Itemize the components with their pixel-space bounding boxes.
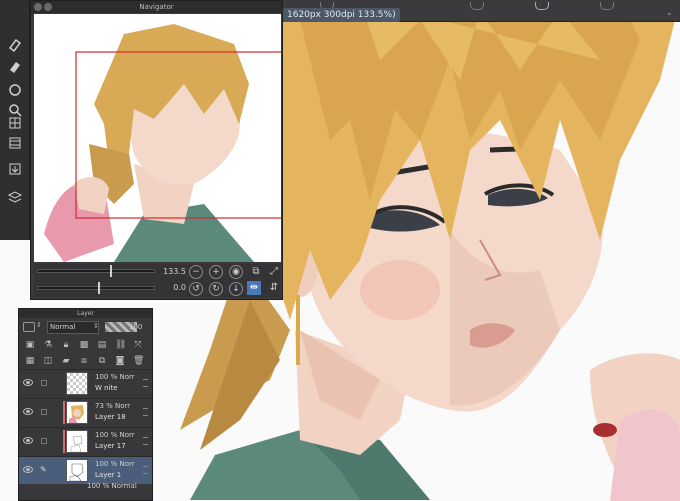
layer-mode: 100 % Norr — [95, 460, 135, 468]
eye-icon[interactable] — [23, 466, 33, 473]
drag-handle-icon[interactable] — [143, 408, 148, 416]
document-tab[interactable]: 1620px 300dpi 133.5%) — [283, 8, 400, 22]
lock-toggle[interactable] — [41, 409, 47, 415]
reference-icon[interactable]: ⚗ — [43, 340, 53, 350]
flip-vertical-icon[interactable]: ⇵ — [267, 281, 281, 295]
combine-icon[interactable]: ⧉ — [97, 356, 107, 366]
eye-icon[interactable] — [23, 408, 33, 415]
layer-row[interactable]: 100 % Norr W nite — [19, 369, 152, 397]
layer-thumbnail — [66, 430, 88, 453]
transfer-down-icon[interactable]: ⧈ — [79, 356, 89, 366]
toolbar-icon[interactable] — [470, 2, 484, 10]
actual-pixels-icon[interactable]: ⧉ — [249, 265, 263, 279]
color-mark — [63, 430, 65, 453]
layer-mode: 100 % Norr — [95, 373, 135, 381]
layer-thumbnail — [66, 401, 88, 424]
rotate-slider[interactable] — [37, 282, 155, 294]
drag-handle-icon[interactable] — [143, 466, 148, 474]
rotate-value: 0.0 — [173, 283, 186, 292]
fit-window-icon[interactable]: ⤢ — [267, 265, 281, 279]
blend-mode-select[interactable]: Normal — [47, 321, 99, 334]
zoom-in-button[interactable]: + — [209, 265, 223, 279]
chevron-updown-icon[interactable]: ⇕ — [93, 322, 99, 330]
layer-mode: 100 % Norr — [95, 431, 135, 439]
transform-icon[interactable]: ⤧ — [133, 340, 143, 350]
partial-layer-mode: 100 % Normal — [87, 482, 137, 490]
flip-horizontal-icon[interactable]: ⇹ — [247, 281, 261, 295]
layer-thumbnail — [66, 459, 88, 482]
navigator-preview[interactable] — [34, 14, 281, 262]
layer-row-selected[interactable]: ✎ 100 % Norr Layer 1 — [19, 456, 152, 484]
layer-options-row: ▣ ⚗ 🔒︎ ▩ ▤ ⛓ ⤧ — [19, 337, 152, 353]
drag-handle-icon[interactable] — [143, 379, 148, 387]
layer-name: Layer 17 — [95, 442, 126, 450]
trash-icon[interactable]: 🗑︎ — [133, 356, 144, 366]
chevron-updown-icon[interactable]: ⇕ — [36, 321, 42, 329]
mask-add-icon[interactable]: ◙ — [115, 356, 125, 366]
navigator-panel: Navigator 133.5 − + ◉ ⧉ ⤢ 0.0 ↺ ↻ ↓ ⇹ ⇵ — [30, 0, 283, 300]
drag-handle-icon[interactable] — [143, 437, 148, 445]
blend-row: ⇕ Normal ⇕ 100 — [19, 319, 152, 337]
navigator-controls: 133.5 − + ◉ ⧉ ⤢ 0.0 ↺ ↻ ↓ ⇹ ⇵ — [34, 264, 281, 298]
new-folder-icon[interactable]: ▰ — [61, 356, 71, 366]
color-mark — [63, 401, 65, 424]
rotate-right-button[interactable]: ↻ — [209, 282, 223, 296]
reset-rotation-button[interactable]: ↓ — [229, 282, 243, 296]
eraser-icon[interactable] — [7, 37, 23, 53]
zoom-out-button[interactable]: − — [189, 265, 203, 279]
link-icon[interactable]: ⛓ — [115, 340, 126, 350]
preview-thumbnail — [44, 24, 281, 262]
fill-icon[interactable] — [7, 82, 23, 98]
lock-toggle[interactable] — [41, 380, 47, 386]
lock-transparent-icon[interactable]: ▩ — [79, 340, 89, 350]
eraser-alt-icon[interactable] — [7, 59, 23, 75]
rotate-left-button[interactable]: ↺ — [189, 282, 203, 296]
toolbar-icon[interactable] — [535, 2, 549, 10]
layer-name: Layer 18 — [95, 413, 126, 421]
layer-actions-row: ▦ ◫ ▰ ⧈ ⧉ ◙ 🗑︎ — [19, 353, 152, 369]
eye-icon[interactable] — [23, 379, 33, 386]
eye-icon[interactable] — [23, 437, 33, 444]
new-vector-layer-icon[interactable]: ◫ — [43, 356, 53, 366]
layer-row[interactable]: 100 % Norr Layer 17 — [19, 427, 152, 455]
layer-thumbnail — [66, 372, 88, 395]
layer-mode: 73 % Norr — [95, 402, 131, 410]
lock-toggle[interactable] — [41, 438, 47, 444]
zoom-value: 133.5 — [163, 267, 186, 276]
grid-alt-icon[interactable] — [7, 135, 23, 151]
layer-color-icon[interactable] — [23, 322, 35, 332]
layer-panel-title: Layer — [19, 309, 152, 318]
toolbar-icon[interactable] — [600, 2, 614, 10]
layer-panel: Layer ⇕ Normal ⇕ 100 ▣ ⚗ 🔒︎ ▩ ▤ ⛓ ⤧ ▦ ◫ … — [18, 308, 153, 501]
app-window: ⌄ 1620px 300dpi 133.5%) Navigator 133.5 … — [0, 0, 680, 501]
pen-icon[interactable]: ✎ — [40, 466, 48, 474]
left-toolbar — [0, 0, 30, 240]
chevron-down-icon[interactable]: ⌄ — [666, 8, 673, 17]
layer-name: W nite — [95, 384, 118, 392]
export-icon[interactable] — [7, 161, 23, 177]
opacity-value: 100 — [129, 323, 143, 331]
layer-name: Layer 1 — [95, 471, 122, 479]
layer-row[interactable]: 73 % Norr Layer 18 — [19, 398, 152, 426]
layers-icon[interactable] — [7, 189, 23, 205]
zoom-slider[interactable] — [37, 265, 155, 277]
grid-icon[interactable] — [7, 115, 23, 131]
lock-icon[interactable]: 🔒︎ — [61, 340, 71, 350]
navigator-title: Navigator — [31, 1, 282, 13]
new-layer-icon[interactable]: ▦ — [25, 356, 35, 366]
mask-icon[interactable]: ▤ — [97, 340, 107, 350]
close-icon[interactable] — [34, 3, 42, 11]
minimize-icon[interactable] — [44, 3, 52, 11]
clip-icon[interactable]: ▣ — [25, 340, 35, 350]
fit-screen-button[interactable]: ◉ — [229, 265, 243, 279]
